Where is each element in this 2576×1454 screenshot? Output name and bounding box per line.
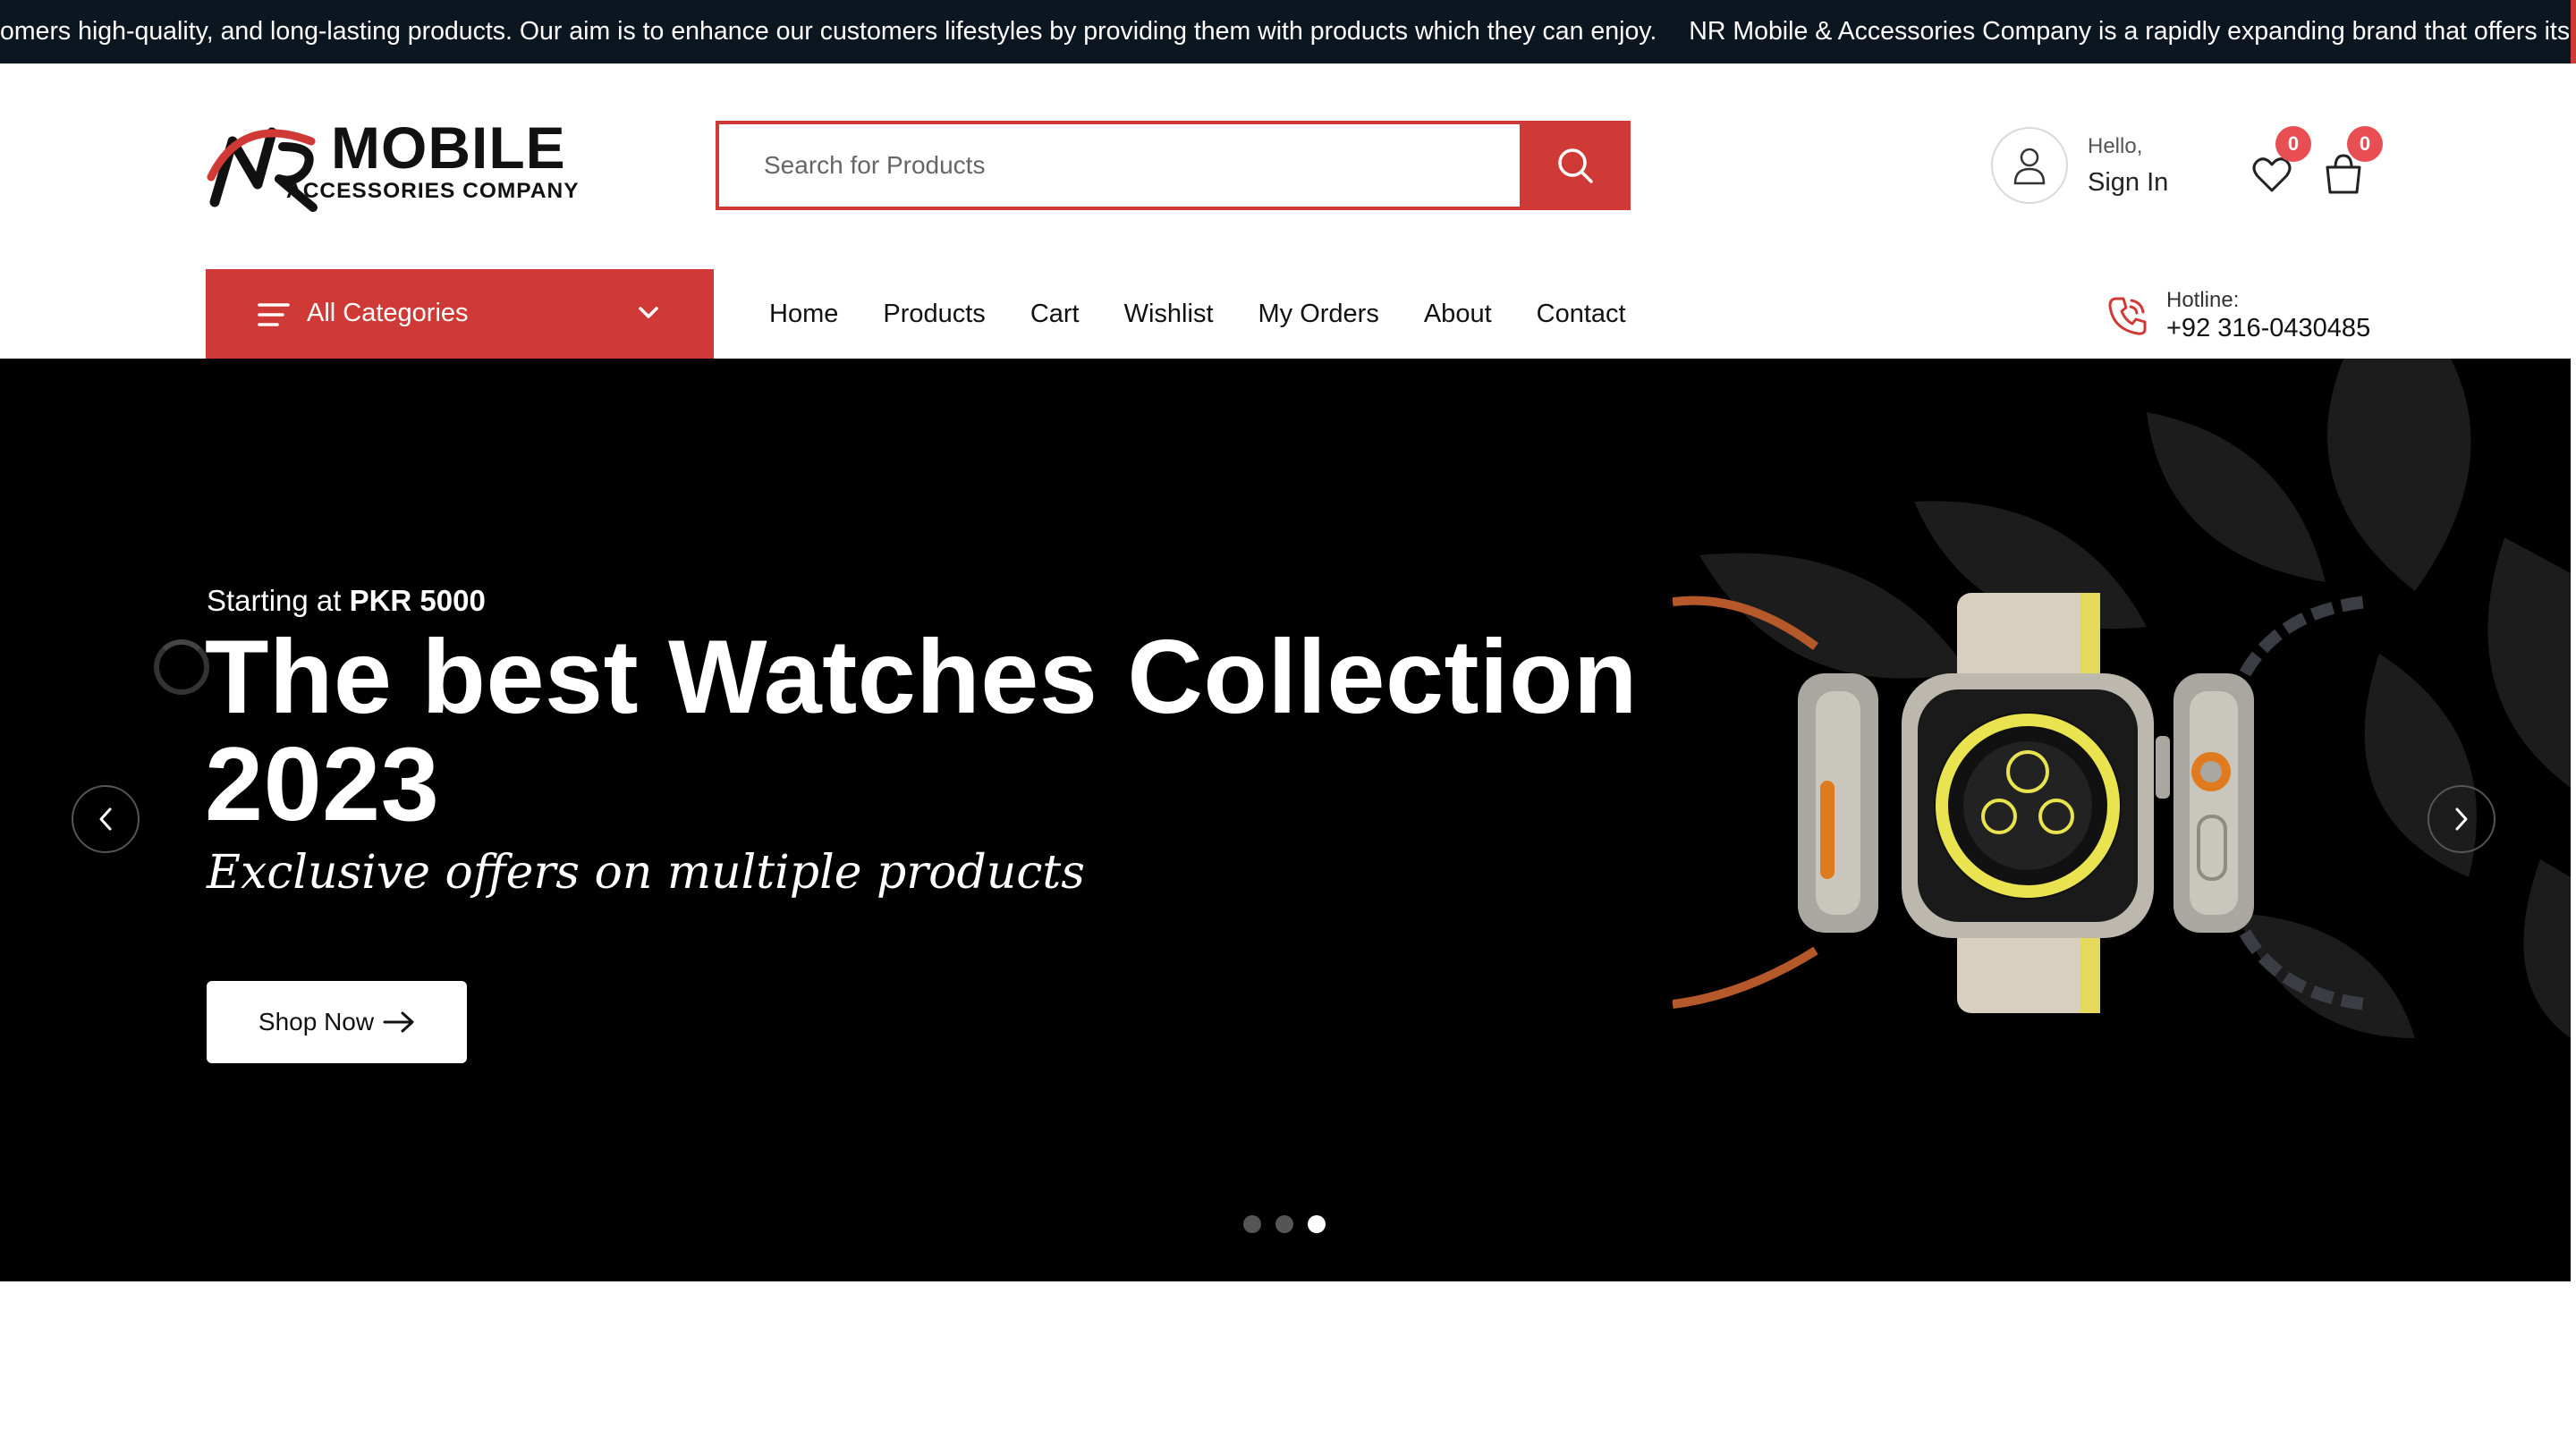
sign-in-link[interactable]: Sign In <box>2088 168 2168 198</box>
nav-links: Home Products Cart Wishlist My Orders Ab… <box>769 269 1671 359</box>
all-categories-dropdown[interactable]: All Categories <box>206 269 714 359</box>
nav-link-contact[interactable]: Contact <box>1537 300 1626 329</box>
phone-icon <box>2108 297 2147 335</box>
slider-prev-button[interactable] <box>72 785 140 853</box>
site-logo[interactable]: MOBILE ACCESSORIES COMPANY <box>206 114 579 213</box>
hero-slider: Starting at PKR 5000 The best Watches Co… <box>0 359 2571 1281</box>
marquee-text: omers high-quality, and long-lasting pro… <box>0 0 2576 63</box>
chevron-down-icon <box>639 307 658 318</box>
menu-icon <box>258 303 290 326</box>
shop-now-label: Shop Now <box>258 1008 375 1036</box>
hero-title: The best Watches Collection 2023 <box>205 618 1638 842</box>
nav-link-home[interactable]: Home <box>769 300 838 329</box>
nav-link-my-orders[interactable]: My Orders <box>1258 300 1379 329</box>
slider-dot-3[interactable] <box>1308 1215 1326 1233</box>
slider-next-button[interactable] <box>2428 785 2496 853</box>
hero-price: PKR 5000 <box>349 584 486 617</box>
slider-pagination <box>1243 1215 1340 1235</box>
wishlist-button[interactable]: 0 <box>2250 126 2311 199</box>
user-icon <box>2013 148 2046 185</box>
user-avatar <box>1991 127 2068 204</box>
hotline-label: Hotline: <box>2166 288 2240 312</box>
logo-wordmark: MOBILE <box>331 114 566 181</box>
hero-subtitle: Exclusive offers on multiple products <box>207 846 1085 900</box>
watch-product-image <box>1673 593 2367 1013</box>
cart-button[interactable]: 0 <box>2322 126 2383 199</box>
chevron-right-icon <box>2455 807 2468 831</box>
search-input[interactable] <box>716 121 1522 210</box>
marquee-piece-1: omers high-quality, and long-lasting pro… <box>0 17 1657 46</box>
hero-kicker: Starting at PKR 5000 <box>207 584 486 618</box>
site-header: MOBILE ACCESSORIES COMPANY Hello, Sign I… <box>0 63 2576 271</box>
search-bar <box>716 121 1631 210</box>
all-categories-label: All Categories <box>307 299 469 327</box>
loading-spinner <box>154 639 209 695</box>
wishlist-count-badge: 0 <box>2275 126 2311 162</box>
main-navigation: All Categories Home Products Cart Wishli… <box>0 269 2576 359</box>
announcement-marquee: omers high-quality, and long-lasting pro… <box>0 0 2576 63</box>
nav-link-about[interactable]: About <box>1424 300 1492 329</box>
search-button[interactable] <box>1520 121 1631 210</box>
slider-dot-2[interactable] <box>1275 1215 1293 1233</box>
shop-now-button[interactable]: Shop Now <box>207 981 467 1063</box>
slider-dot-1[interactable] <box>1243 1215 1261 1233</box>
search-icon <box>1558 148 1593 183</box>
logo-tagline: ACCESSORIES COMPANY <box>286 179 580 203</box>
account-signin[interactable]: Hello, Sign In <box>1991 127 2206 207</box>
arrow-right-icon <box>383 1011 414 1033</box>
cart-count-badge: 0 <box>2347 126 2383 162</box>
nav-link-cart[interactable]: Cart <box>1030 300 1080 329</box>
account-greeting: Hello, <box>2088 134 2143 158</box>
hero-kicker-prefix: Starting at <box>207 584 350 617</box>
nav-link-wishlist[interactable]: Wishlist <box>1124 300 1214 329</box>
hotline-number[interactable]: +92 316-0430485 <box>2166 314 2370 343</box>
marquee-piece-2: NR Mobile & Accessories Company is a rap… <box>1689 17 2576 46</box>
nav-link-products[interactable]: Products <box>883 300 985 329</box>
chevron-left-icon <box>99 807 112 831</box>
hotline[interactable]: Hotline: +92 316-0430485 <box>2107 286 2376 349</box>
